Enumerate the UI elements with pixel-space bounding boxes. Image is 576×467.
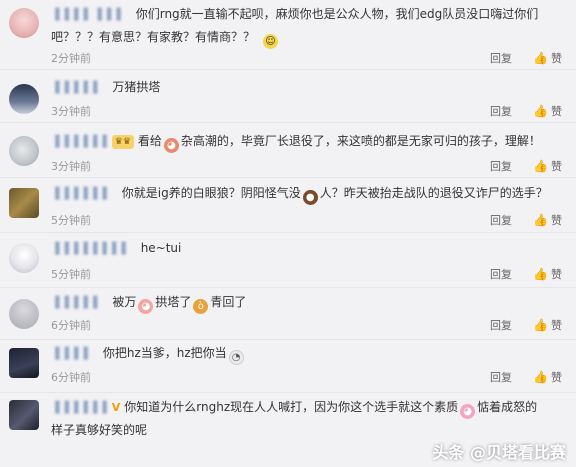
comment-text: 样子真够好笑的呢 xyxy=(51,423,148,437)
comment-item: ▐▐▐▐ ▐▐▐ 你们rng就一直输不起呗，麻烦你也是公众人物，我们edg队员没口… xyxy=(0,0,576,70)
timestamp: 3分钟前 xyxy=(51,160,91,173)
user-avatar[interactable] xyxy=(9,84,39,114)
reply-button[interactable]: 回复 xyxy=(490,317,512,333)
reply-button[interactable]: 回复 xyxy=(490,50,512,66)
user-avatar[interactable] xyxy=(9,400,39,430)
timestamp: 5分钟前 xyxy=(51,214,91,227)
pig-emoji-icon: ◕ xyxy=(138,299,154,314)
reply-button[interactable]: 回复 xyxy=(490,103,512,119)
thumb-up-icon: 👍 xyxy=(533,267,548,281)
reply-button[interactable]: 回复 xyxy=(490,266,512,282)
user-avatar[interactable] xyxy=(9,8,39,38)
comment-text: 惦着成怒的 xyxy=(477,400,538,414)
comment-text: 看给 xyxy=(137,134,162,148)
reply-button[interactable]: 回复 xyxy=(490,158,512,174)
ghost-emoji-icon: ◔ xyxy=(228,350,244,365)
comment-text: he~tui xyxy=(140,241,182,255)
comment-item: ▐▐▐▐▐▐▐▐ he~tui 5分钟前 回复 👍 赞 xyxy=(0,233,576,288)
comment-text: 你知道为什么rnghz现在人人喊打，因为你这个选手就这个素质 xyxy=(124,400,459,414)
comment-text: 青回了 xyxy=(210,295,247,309)
comment-text: 你把hz当爹，hz把你当 xyxy=(102,346,227,360)
thumb-up-icon: 👍 xyxy=(533,159,548,173)
user-avatar[interactable] xyxy=(9,348,39,378)
smile-emoji-icon: ☺ xyxy=(263,34,279,49)
reply-button[interactable]: 回复 xyxy=(490,212,512,228)
timestamp: 6分钟前 xyxy=(51,371,91,384)
comment-text: 吧？？？有意思？有家教？有情商？？ xyxy=(51,30,256,44)
vip-badge-icon: ♛♛ xyxy=(111,135,134,149)
timestamp: 5分钟前 xyxy=(51,268,91,281)
reply-button[interactable]: 回复 xyxy=(490,369,512,385)
timestamp: 2分钟前 xyxy=(51,52,91,65)
timestamp: 3分钟前 xyxy=(51,105,91,118)
like-button[interactable]: 👍 赞 xyxy=(533,158,562,174)
comment-text: 你们rng就一直输不起呗，麻烦你也是公众人物，我们edg队员没口嗨过你们 xyxy=(135,7,539,21)
comment-text: 人？昨天被抬走战队的退役又诈尸的选手？ xyxy=(319,186,548,200)
user-avatar[interactable] xyxy=(9,188,39,218)
pig-emoji-icon: ◕ xyxy=(163,138,179,153)
username[interactable]: ▐▐▐▐▐▐ xyxy=(51,183,108,205)
like-button[interactable]: 👍 赞 xyxy=(533,50,562,66)
user-avatar[interactable] xyxy=(9,136,39,166)
watermark: 头条 @贝塔看比赛 xyxy=(432,443,566,462)
comment-text: 你就是ig养的白眼狼？阴阳怪气没 xyxy=(121,186,301,200)
comment-item: ▐▐▐▐▐▐ ♛♛ 看给 ◕ 杂高潮的，毕竟厂长退役了，来这喷的都是无家可归的孩子，理解… xyxy=(0,123,576,178)
username[interactable]: ▐▐▐▐ ▐▐▐ xyxy=(51,4,122,26)
thumb-up-icon: 👍 xyxy=(533,51,548,65)
comment-text: 万猪拱塔 xyxy=(112,80,161,94)
angry-emoji-icon: ò xyxy=(193,299,209,314)
like-button[interactable]: 👍 赞 xyxy=(533,212,562,228)
username[interactable]: ▐▐▐▐ xyxy=(51,343,89,365)
like-button[interactable]: 👍 赞 xyxy=(533,103,562,119)
like-button[interactable]: 👍 赞 xyxy=(533,266,562,282)
username[interactable]: ▐▐▐▐▐▐ xyxy=(51,397,108,419)
person-emoji-icon: ● xyxy=(302,190,318,205)
user-avatar[interactable] xyxy=(9,299,39,329)
comment-text: 被万 xyxy=(112,295,137,309)
verified-v-icon: V xyxy=(111,401,121,414)
thumb-up-icon: 👍 xyxy=(533,318,548,332)
thumb-up-icon: 👍 xyxy=(533,370,548,384)
like-button[interactable]: 👍 赞 xyxy=(533,317,562,333)
comment-item: ▐▐▐▐ 你把hz当爹，hz把你当 ◔ 6分钟前 回复 👍 赞 xyxy=(0,340,576,393)
like-button[interactable]: 👍 赞 xyxy=(533,369,562,385)
comment-item: ▐▐▐▐▐ 被万 ◕ 拱塔了 ò 青回了 6分钟前 回复 👍 赞 xyxy=(0,288,576,340)
timestamp: 6分钟前 xyxy=(51,319,91,332)
comment-text: 杂高潮的，毕竟厂长退役了，来这喷的都是无家可归的孩子，理解！ xyxy=(180,134,541,148)
comment-item: ▐▐▐▐▐▐ 你就是ig养的白眼狼？阴阳怪气没 ● 人？昨天被抬走战队的退役又诈尸的选… xyxy=(0,178,576,233)
thumb-up-icon: 👍 xyxy=(533,104,548,118)
pig-emoji-icon: ◕ xyxy=(460,404,476,419)
comment-text: 拱塔了 xyxy=(155,295,192,309)
user-avatar[interactable] xyxy=(9,243,39,273)
comment-item: ▐▐▐▐▐ 万猪拱塔 3分钟前 回复 👍 赞 xyxy=(0,70,576,123)
thumb-up-icon: 👍 xyxy=(533,213,548,227)
username[interactable]: ▐▐▐▐▐▐▐▐ xyxy=(51,238,127,260)
username[interactable]: ▐▐▐▐▐ xyxy=(51,77,98,99)
username[interactable]: ▐▐▐▐▐ xyxy=(51,292,98,314)
username[interactable]: ▐▐▐▐▐▐ xyxy=(51,131,108,153)
